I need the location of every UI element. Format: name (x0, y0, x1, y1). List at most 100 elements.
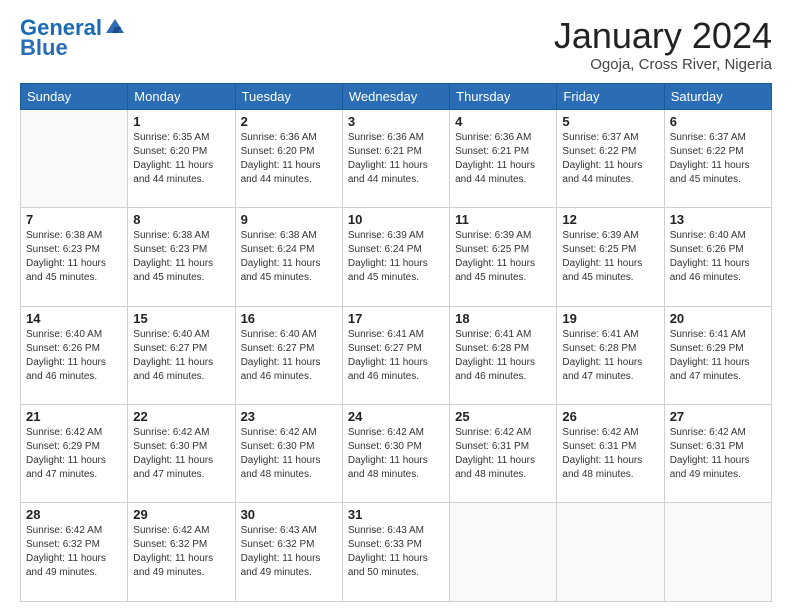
day-info: Sunrise: 6:42 AMSunset: 6:29 PMDaylight:… (26, 426, 122, 482)
sunset-text: Sunset: 6:28 PM (455, 343, 529, 354)
day-info: Sunrise: 6:39 AMSunset: 6:25 PMDaylight:… (455, 229, 551, 285)
day-number: 22 (133, 409, 229, 424)
sunrise-text: Sunrise: 6:36 AM (348, 132, 424, 143)
sunrise-text: Sunrise: 6:40 AM (133, 329, 209, 340)
sunrise-text: Sunrise: 6:39 AM (348, 230, 424, 241)
day-info: Sunrise: 6:38 AMSunset: 6:23 PMDaylight:… (133, 229, 229, 285)
sunset-text: Sunset: 6:24 PM (241, 244, 315, 255)
day-number: 3 (348, 114, 444, 129)
sunrise-text: Sunrise: 6:40 AM (670, 230, 746, 241)
sunrise-text: Sunrise: 6:37 AM (562, 132, 638, 143)
sunrise-text: Sunrise: 6:42 AM (348, 427, 424, 438)
day-number: 24 (348, 409, 444, 424)
week-row-2: 7Sunrise: 6:38 AMSunset: 6:23 PMDaylight… (21, 208, 772, 306)
day-number: 20 (670, 311, 766, 326)
day-number: 11 (455, 212, 551, 227)
table-row: 20 Sunrise: 6:41 AMSunset: 6:29 PMDayligh… (664, 306, 771, 404)
day-number: 1 (133, 114, 229, 129)
daylight-text: Daylight: 11 hours and 48 minutes. (562, 455, 642, 480)
sunrise-text: Sunrise: 6:36 AM (455, 132, 531, 143)
col-sunday: Sunday (21, 83, 128, 109)
sunrise-text: Sunrise: 6:40 AM (26, 329, 102, 340)
daylight-text: Daylight: 11 hours and 49 minutes. (133, 553, 213, 578)
day-info: Sunrise: 6:41 AMSunset: 6:29 PMDaylight:… (670, 328, 766, 384)
table-row: 22 Sunrise: 6:42 AMSunset: 6:30 PMDayligh… (128, 405, 235, 503)
sunset-text: Sunset: 6:30 PM (348, 441, 422, 452)
daylight-text: Daylight: 11 hours and 49 minutes. (241, 553, 321, 578)
day-number: 23 (241, 409, 337, 424)
day-number: 27 (670, 409, 766, 424)
day-info: Sunrise: 6:39 AM Sunset: 6:24 PM Daylight:… (348, 229, 444, 285)
sunset-text: Sunset: 6:25 PM (455, 244, 529, 255)
sunrise-text: Sunrise: 6:43 AM (348, 525, 424, 536)
day-number: 17 (348, 311, 444, 326)
table-row: 3 Sunrise: 6:36 AMSunset: 6:21 PMDaylight… (342, 109, 449, 207)
daylight-text: Daylight: 11 hours and 44 minutes. (241, 160, 321, 185)
daylight-text: Daylight: 11 hours and 45 minutes. (455, 258, 535, 283)
sunset-text: Sunset: 6:31 PM (670, 441, 744, 452)
sunrise-text: Sunrise: 6:41 AM (455, 329, 531, 340)
sunset-text: Sunset: 6:32 PM (26, 539, 100, 550)
table-row: 17Sunrise: 6:41 AMSunset: 6:27 PMDayligh… (342, 306, 449, 404)
table-row: 12Sunrise: 6:39 AMSunset: 6:25 PMDayligh… (557, 208, 664, 306)
table-row: 10Sunrise: 6:39 AMSunset: 6:24 PMDayligh… (342, 208, 449, 306)
calendar-title: January 2024 (554, 16, 772, 56)
sunset-text: Sunset: 6:29 PM (670, 343, 744, 354)
logo-icon (104, 17, 126, 35)
daylight-text: Daylight: 11 hours and 46 minutes. (455, 357, 535, 382)
table-row (21, 109, 128, 207)
table-row (664, 503, 771, 602)
day-number: 25 (455, 409, 551, 424)
day-info: Sunrise: 6:42 AMSunset: 6:32 PMDaylight:… (133, 524, 229, 580)
day-number: 9 (241, 212, 337, 227)
day-number: 6 (670, 114, 766, 129)
daylight-text: Daylight: 11 hours and 44 minutes. (133, 160, 213, 185)
day-info: Sunrise: 6:42 AMSunset: 6:30 PMDaylight:… (133, 426, 229, 482)
daylight-text: Daylight: 11 hours and 47 minutes. (133, 455, 213, 480)
day-info: Sunrise: 6:37 AMSunset: 6:22 PMDaylight:… (562, 131, 658, 187)
daylight-text: Daylight: 11 hours and 45 minutes. (133, 258, 213, 283)
daylight-text: Daylight: 11 hours and 50 minutes. (348, 553, 428, 578)
day-info: Sunrise: 6:36 AMSunset: 6:21 PMDaylight:… (348, 131, 444, 187)
sunrise-text: Sunrise: 6:42 AM (562, 427, 638, 438)
sunset-text: Sunset: 6:31 PM (455, 441, 529, 452)
daylight-text: Daylight: 11 hours and 44 minutes. (455, 160, 535, 185)
day-info: Sunrise: 6:38 AMSunset: 6:23 PMDaylight:… (26, 229, 122, 285)
daylight-text: Daylight: 11 hours and 45 minutes. (26, 258, 106, 283)
sunset-text: Sunset: 6:26 PM (670, 244, 744, 255)
day-info: Sunrise: 6:38 AMSunset: 6:24 PMDaylight:… (241, 229, 337, 285)
daylight-text: Daylight: 11 hours and 45 minutes. (241, 258, 321, 283)
day-info: Sunrise: 6:43 AMSunset: 6:32 PMDaylight:… (241, 524, 337, 580)
day-number: 13 (670, 212, 766, 227)
table-row: 18Sunrise: 6:41 AMSunset: 6:28 PMDayligh… (450, 306, 557, 404)
sunset-text: Sunset: 6:20 PM (241, 146, 315, 157)
sunrise-text: Sunrise: 6:38 AM (26, 230, 102, 241)
col-saturday: Saturday (664, 83, 771, 109)
table-row: 14Sunrise: 6:40 AMSunset: 6:26 PMDayligh… (21, 306, 128, 404)
sunrise-text: Sunrise: 6:42 AM (26, 427, 102, 438)
table-row: 2Sunrise: 6:36 AMSunset: 6:20 PMDaylight… (235, 109, 342, 207)
sunset-text: Sunset: 6:26 PM (26, 343, 100, 354)
day-info: Sunrise: 6:39 AMSunset: 6:25 PMDaylight:… (562, 229, 658, 285)
day-number: 29 (133, 507, 229, 522)
day-number: 4 (455, 114, 551, 129)
sunset-text: Sunset: 6:33 PM (348, 539, 422, 550)
daylight-text: Daylight: 11 hours and 47 minutes. (562, 357, 642, 382)
day-number: 28 (26, 507, 122, 522)
table-row: 23Sunrise: 6:42 AMSunset: 6:30 PMDayligh… (235, 405, 342, 503)
calendar-subtitle: Ogoja, Cross River, Nigeria (554, 56, 772, 73)
day-number: 21 (26, 409, 122, 424)
week-row-5: 28 Sunrise: 6:42 AMSunset: 6:32 PMDayligh… (21, 503, 772, 602)
daylight-text: Daylight: 11 hours and 45 minutes. (670, 160, 750, 185)
daylight-text: Daylight: 11 hours and 46 minutes. (133, 357, 213, 382)
sunset-text: Sunset: 6:24 PM (348, 244, 422, 255)
daylight-text: Daylight: 11 hours and 45 minutes. (348, 258, 428, 283)
sunrise-text: Sunrise: 6:38 AM (133, 230, 209, 241)
sunset-text: Sunset: 6:27 PM (241, 343, 315, 354)
table-row: 30 Sunrise: 6:43 AMSunset: 6:32 PMDayligh… (235, 503, 342, 602)
day-number: 30 (241, 507, 337, 522)
day-number: 16 (241, 311, 337, 326)
daylight-text: Daylight: 11 hours and 49 minutes. (26, 553, 106, 578)
table-row: 19Sunrise: 6:41 AMSunset: 6:28 PMDayligh… (557, 306, 664, 404)
sunrise-text: Sunrise: 6:40 AM (241, 329, 317, 340)
